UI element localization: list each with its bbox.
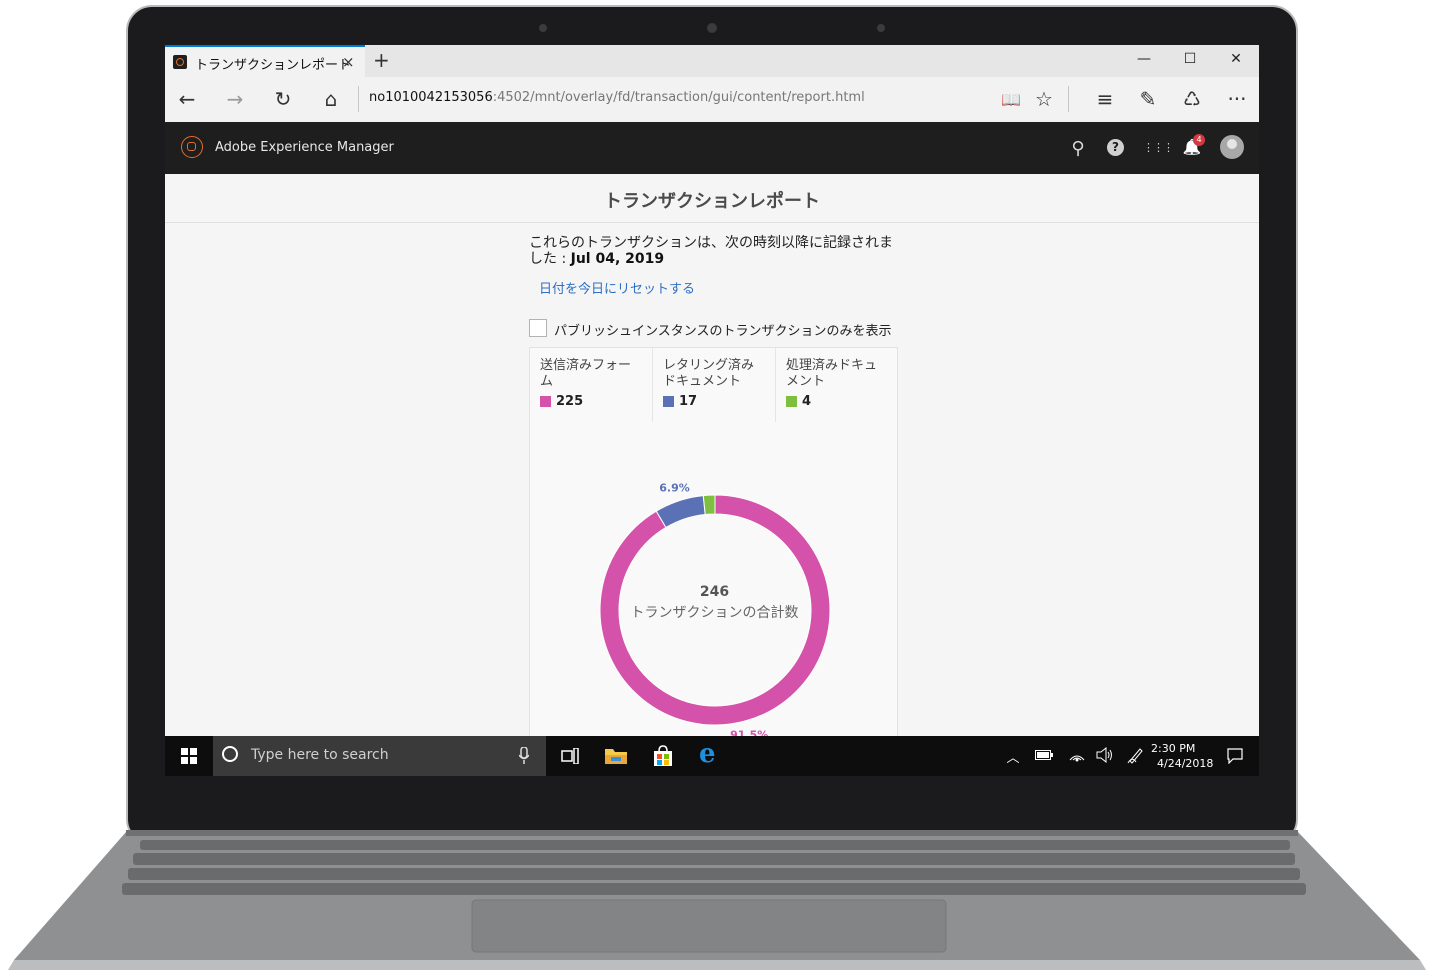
back-button[interactable]: ← — [173, 87, 201, 111]
show-hidden-icons-icon[interactable]: ︿ — [1001, 747, 1025, 766]
volume-icon[interactable] — [1096, 747, 1114, 763]
windows-taskbar: Type here to search e ︿ 2:30 PM 4/24/201… — [165, 736, 1259, 776]
screen: トランザクションレポート × + — ☐ ✕ ← → ↻ ⌂ no1010042… — [165, 45, 1259, 775]
total-transactions-label: トランザクションの合計数 — [630, 605, 799, 621]
laptop-keyboard-deck — [8, 830, 1426, 970]
aem-logo-icon[interactable] — [181, 136, 203, 158]
stat-value: 4 — [802, 394, 812, 409]
notification-badge: 4 — [1193, 134, 1205, 146]
tab-title: トランザクションレポート — [195, 58, 352, 73]
file-explorer-icon[interactable] — [605, 746, 627, 764]
donut-slice-processed-documents[interactable] — [702, 494, 716, 516]
reading-view-icon[interactable]: 📖 — [997, 90, 1025, 109]
donut-slice-rendered-documents[interactable] — [655, 495, 706, 529]
legend-swatch — [540, 396, 551, 407]
search-icon[interactable]: ⚲ — [1067, 138, 1089, 159]
avatar[interactable] — [1220, 135, 1244, 159]
action-center-icon[interactable] — [1227, 748, 1243, 764]
legend-swatch — [663, 396, 674, 407]
browser-toolbar: ← → ↻ ⌂ no1010042153056:4502/mnt/overlay… — [165, 77, 1259, 123]
intro-date: Jul 04, 2019 — [570, 251, 665, 267]
help-icon[interactable]: ? — [1107, 139, 1124, 156]
sensor-dot-right — [877, 24, 885, 32]
share-icon[interactable]: ♺ — [1178, 87, 1206, 111]
stat-label: レタリング済みドキュメント — [663, 358, 755, 389]
stat-value: 17 — [679, 394, 698, 409]
new-tab-button[interactable]: + — [373, 48, 390, 72]
stat-rendered-documents: レタリング済みドキュメント 17 — [653, 348, 776, 422]
publish-only-label: パブリッシュインスタンスのトランザクションのみを表示 — [554, 324, 892, 339]
home-button[interactable]: ⌂ — [317, 87, 345, 111]
toolbar-divider — [1068, 86, 1069, 112]
taskbar-search-box[interactable]: Type here to search — [213, 736, 546, 776]
url-host: no1010042153056 — [369, 90, 493, 105]
pen-ink-workspace-icon[interactable] — [1127, 746, 1145, 764]
close-window-button[interactable]: ✕ — [1224, 51, 1248, 67]
aem-header: Adobe Experience Manager ⚲ ? ⋮⋮⋮ 🔔 4 — [165, 122, 1259, 174]
forward-button[interactable]: → — [221, 87, 249, 111]
publish-only-checkbox[interactable] — [529, 319, 547, 337]
more-menu-icon[interactable]: ··· — [1223, 87, 1251, 111]
windows-start-icon[interactable] — [181, 748, 197, 764]
microphone-icon[interactable] — [519, 747, 529, 765]
clock-time[interactable]: 2:30 PM — [1151, 742, 1195, 755]
stat-processed-documents: 処理済みドキュメント 4 — [776, 348, 899, 422]
taskbar-search-input[interactable]: Type here to search — [251, 747, 389, 763]
store-icon[interactable] — [652, 745, 674, 767]
intro-text: これらのトランザクションは、次の時刻以降に記録されました : Jul 04, 2… — [529, 235, 899, 267]
stat-label: 送信済みフォーム — [540, 358, 632, 389]
refresh-button[interactable]: ↻ — [269, 87, 297, 111]
apps-grid-icon[interactable]: ⋮⋮⋮ — [1143, 141, 1174, 154]
stat-submitted-forms: 送信済みフォーム 225 — [530, 348, 653, 422]
report-card: 送信済みフォーム 225 レタリング済みドキュメント 17 処理済みドキュメント… — [529, 347, 898, 775]
stat-label: 処理済みドキュメント — [786, 358, 878, 389]
wifi-icon[interactable] — [1069, 748, 1085, 762]
url-path: :4502/mnt/overlay/fd/transaction/gui/con… — [492, 90, 865, 105]
cortana-icon — [222, 746, 238, 762]
sensor-dot-left — [539, 24, 547, 32]
favorite-star-icon[interactable]: ☆ — [1030, 87, 1058, 111]
task-view-icon[interactable] — [561, 748, 579, 764]
page-title: トランザクションレポート — [604, 191, 820, 212]
tab-close-icon[interactable]: × — [342, 53, 355, 71]
edge-browser-icon[interactable]: e — [699, 739, 716, 769]
minimize-button[interactable]: — — [1132, 51, 1156, 67]
reset-date-link[interactable]: 日付を今日にリセットする — [539, 278, 695, 297]
aem-title[interactable]: Adobe Experience Manager — [215, 140, 394, 155]
browser-tab-bar: トランザクションレポート × + — ☐ ✕ — [165, 45, 1259, 77]
clock-date[interactable]: 4/24/2018 — [1157, 757, 1213, 770]
stat-value: 225 — [556, 394, 584, 409]
page-title-bar: トランザクションレポート — [165, 174, 1259, 223]
battery-icon[interactable] — [1035, 750, 1053, 760]
total-transactions-value: 246 — [699, 584, 730, 600]
toolbar-divider — [358, 86, 359, 112]
webcam — [707, 23, 717, 33]
address-bar[interactable]: no1010042153056:4502/mnt/overlay/fd/tran… — [369, 90, 865, 105]
aem-favicon-icon — [173, 55, 187, 69]
browser-tab[interactable]: トランザクションレポート × — [165, 45, 365, 77]
donut-percent-label: 6.9% — [659, 482, 690, 495]
maximize-button[interactable]: ☐ — [1178, 51, 1202, 67]
hub-icon[interactable]: ≡ — [1091, 87, 1119, 111]
legend-swatch — [786, 396, 797, 407]
web-note-icon[interactable]: ✎ — [1134, 87, 1162, 111]
